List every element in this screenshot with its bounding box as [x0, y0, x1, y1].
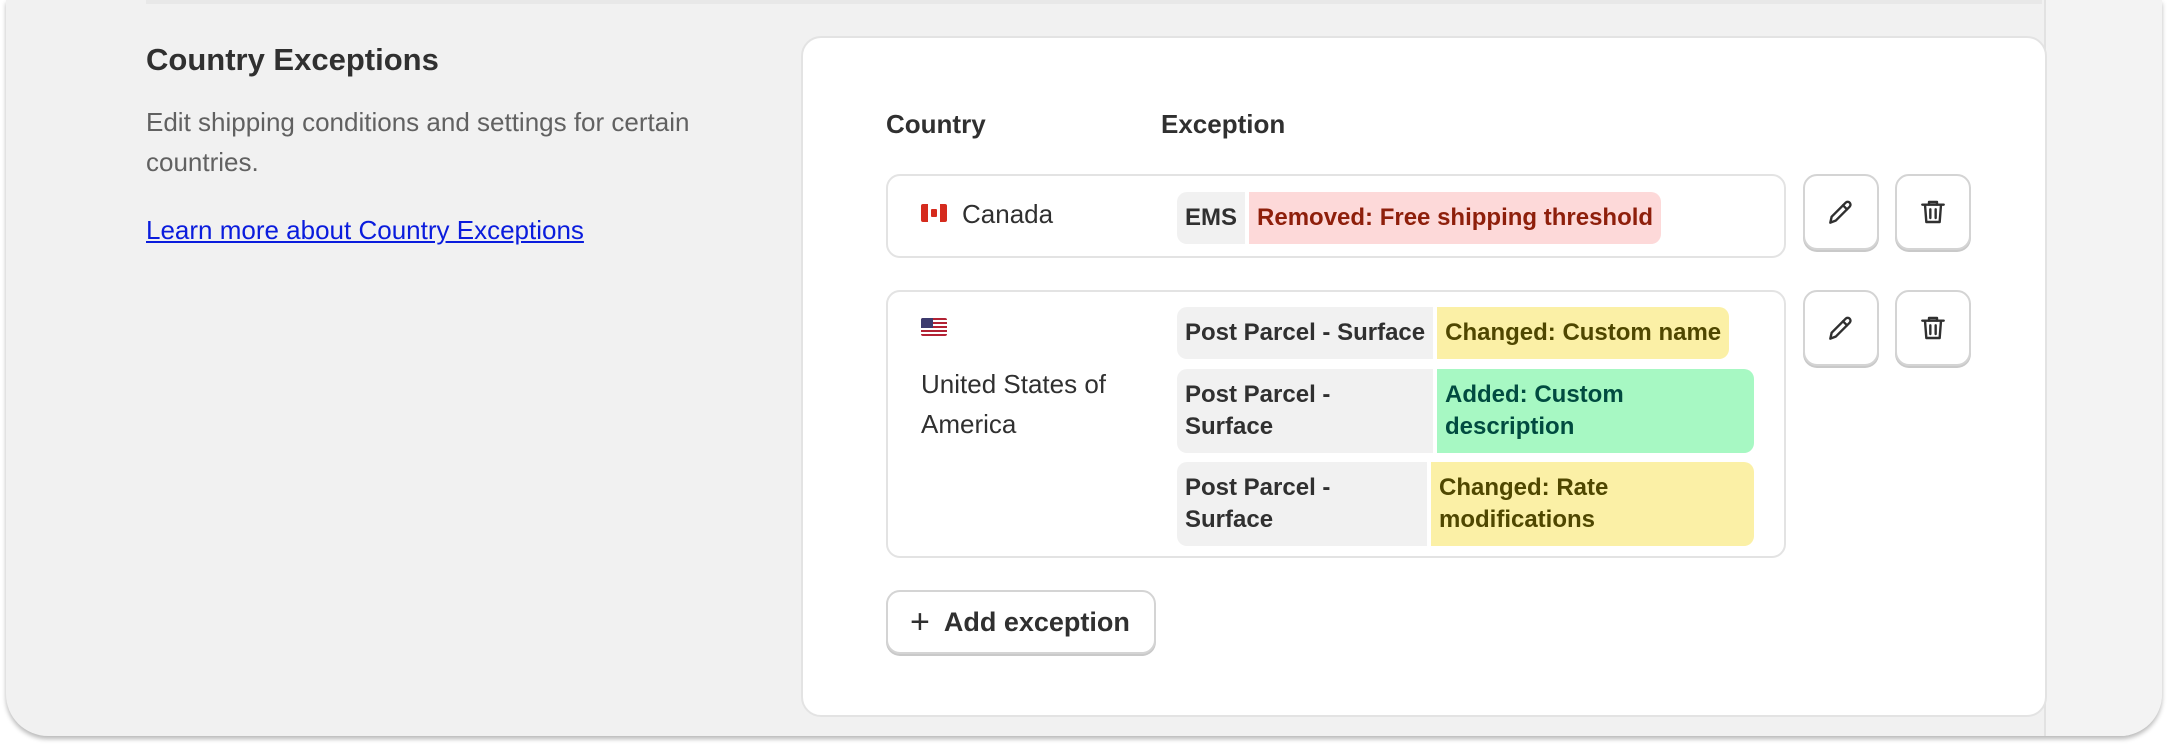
service-name: EMS: [1177, 192, 1246, 244]
exception-column-header: Exception: [1161, 109, 1286, 139]
exception-item: Post Parcel - Surface Changed: Custom na…: [1177, 307, 1730, 359]
country-name: Canada: [962, 199, 1054, 229]
edit-button-canada[interactable]: [1803, 174, 1879, 250]
us-flag-icon: [921, 318, 947, 336]
change-badge-removed: Removed: Free shipping threshold: [1249, 192, 1662, 244]
right-gutter: [2044, 0, 2162, 736]
country-name: United States of America: [921, 369, 1106, 439]
add-exception-label: Add exception: [943, 606, 1130, 637]
settings-panel: Country Exceptions Edit shipping conditi…: [6, 0, 2162, 736]
learn-more-link[interactable]: Learn more about Country Exceptions: [146, 212, 584, 248]
delete-button-canada[interactable]: [1895, 174, 1971, 250]
country-exceptions-card: Country Exception Canada EMS Removed: Fr…: [801, 36, 2047, 717]
service-name: Post Parcel - Surface: [1177, 307, 1434, 359]
exception-row-canada: Canada EMS Removed: Free shipping thresh…: [886, 174, 1786, 258]
exception-item: Post Parcel - Surface Changed: Rate modi…: [1177, 462, 1754, 546]
pencil-icon: [1829, 200, 1852, 224]
trash-icon: [1921, 316, 1945, 340]
change-badge-changed: Changed: Rate modifications: [1431, 462, 1754, 546]
trash-icon: [1921, 200, 1945, 224]
delete-button-united-states[interactable]: [1895, 290, 1971, 366]
section-intro: Country Exceptions Edit shipping conditi…: [146, 38, 786, 248]
section-description: Edit shipping conditions and settings fo…: [146, 107, 690, 177]
section-title: Country Exceptions: [146, 42, 439, 77]
exception-row-united-states: United States of America Post Parcel - S…: [886, 290, 1786, 558]
plus-icon: +: [910, 603, 930, 641]
change-badge-added: Added: Custom description: [1437, 369, 1754, 453]
country-column-header: Country: [886, 109, 986, 139]
canada-flag-icon: [921, 204, 947, 222]
exception-item: Post Parcel - Surface Added: Custom desc…: [1177, 369, 1754, 453]
service-name: Post Parcel - Surface: [1177, 369, 1433, 453]
edit-button-united-states[interactable]: [1803, 290, 1879, 366]
add-exception-button[interactable]: + Add exception: [886, 590, 1156, 654]
change-badge-changed: Changed: Custom name: [1437, 307, 1730, 359]
exception-item: EMS Removed: Free shipping threshold: [1177, 192, 1662, 244]
top-divider: [146, 0, 2042, 4]
pencil-icon: [1829, 316, 1852, 340]
service-name: Post Parcel - Surface: [1177, 462, 1427, 546]
